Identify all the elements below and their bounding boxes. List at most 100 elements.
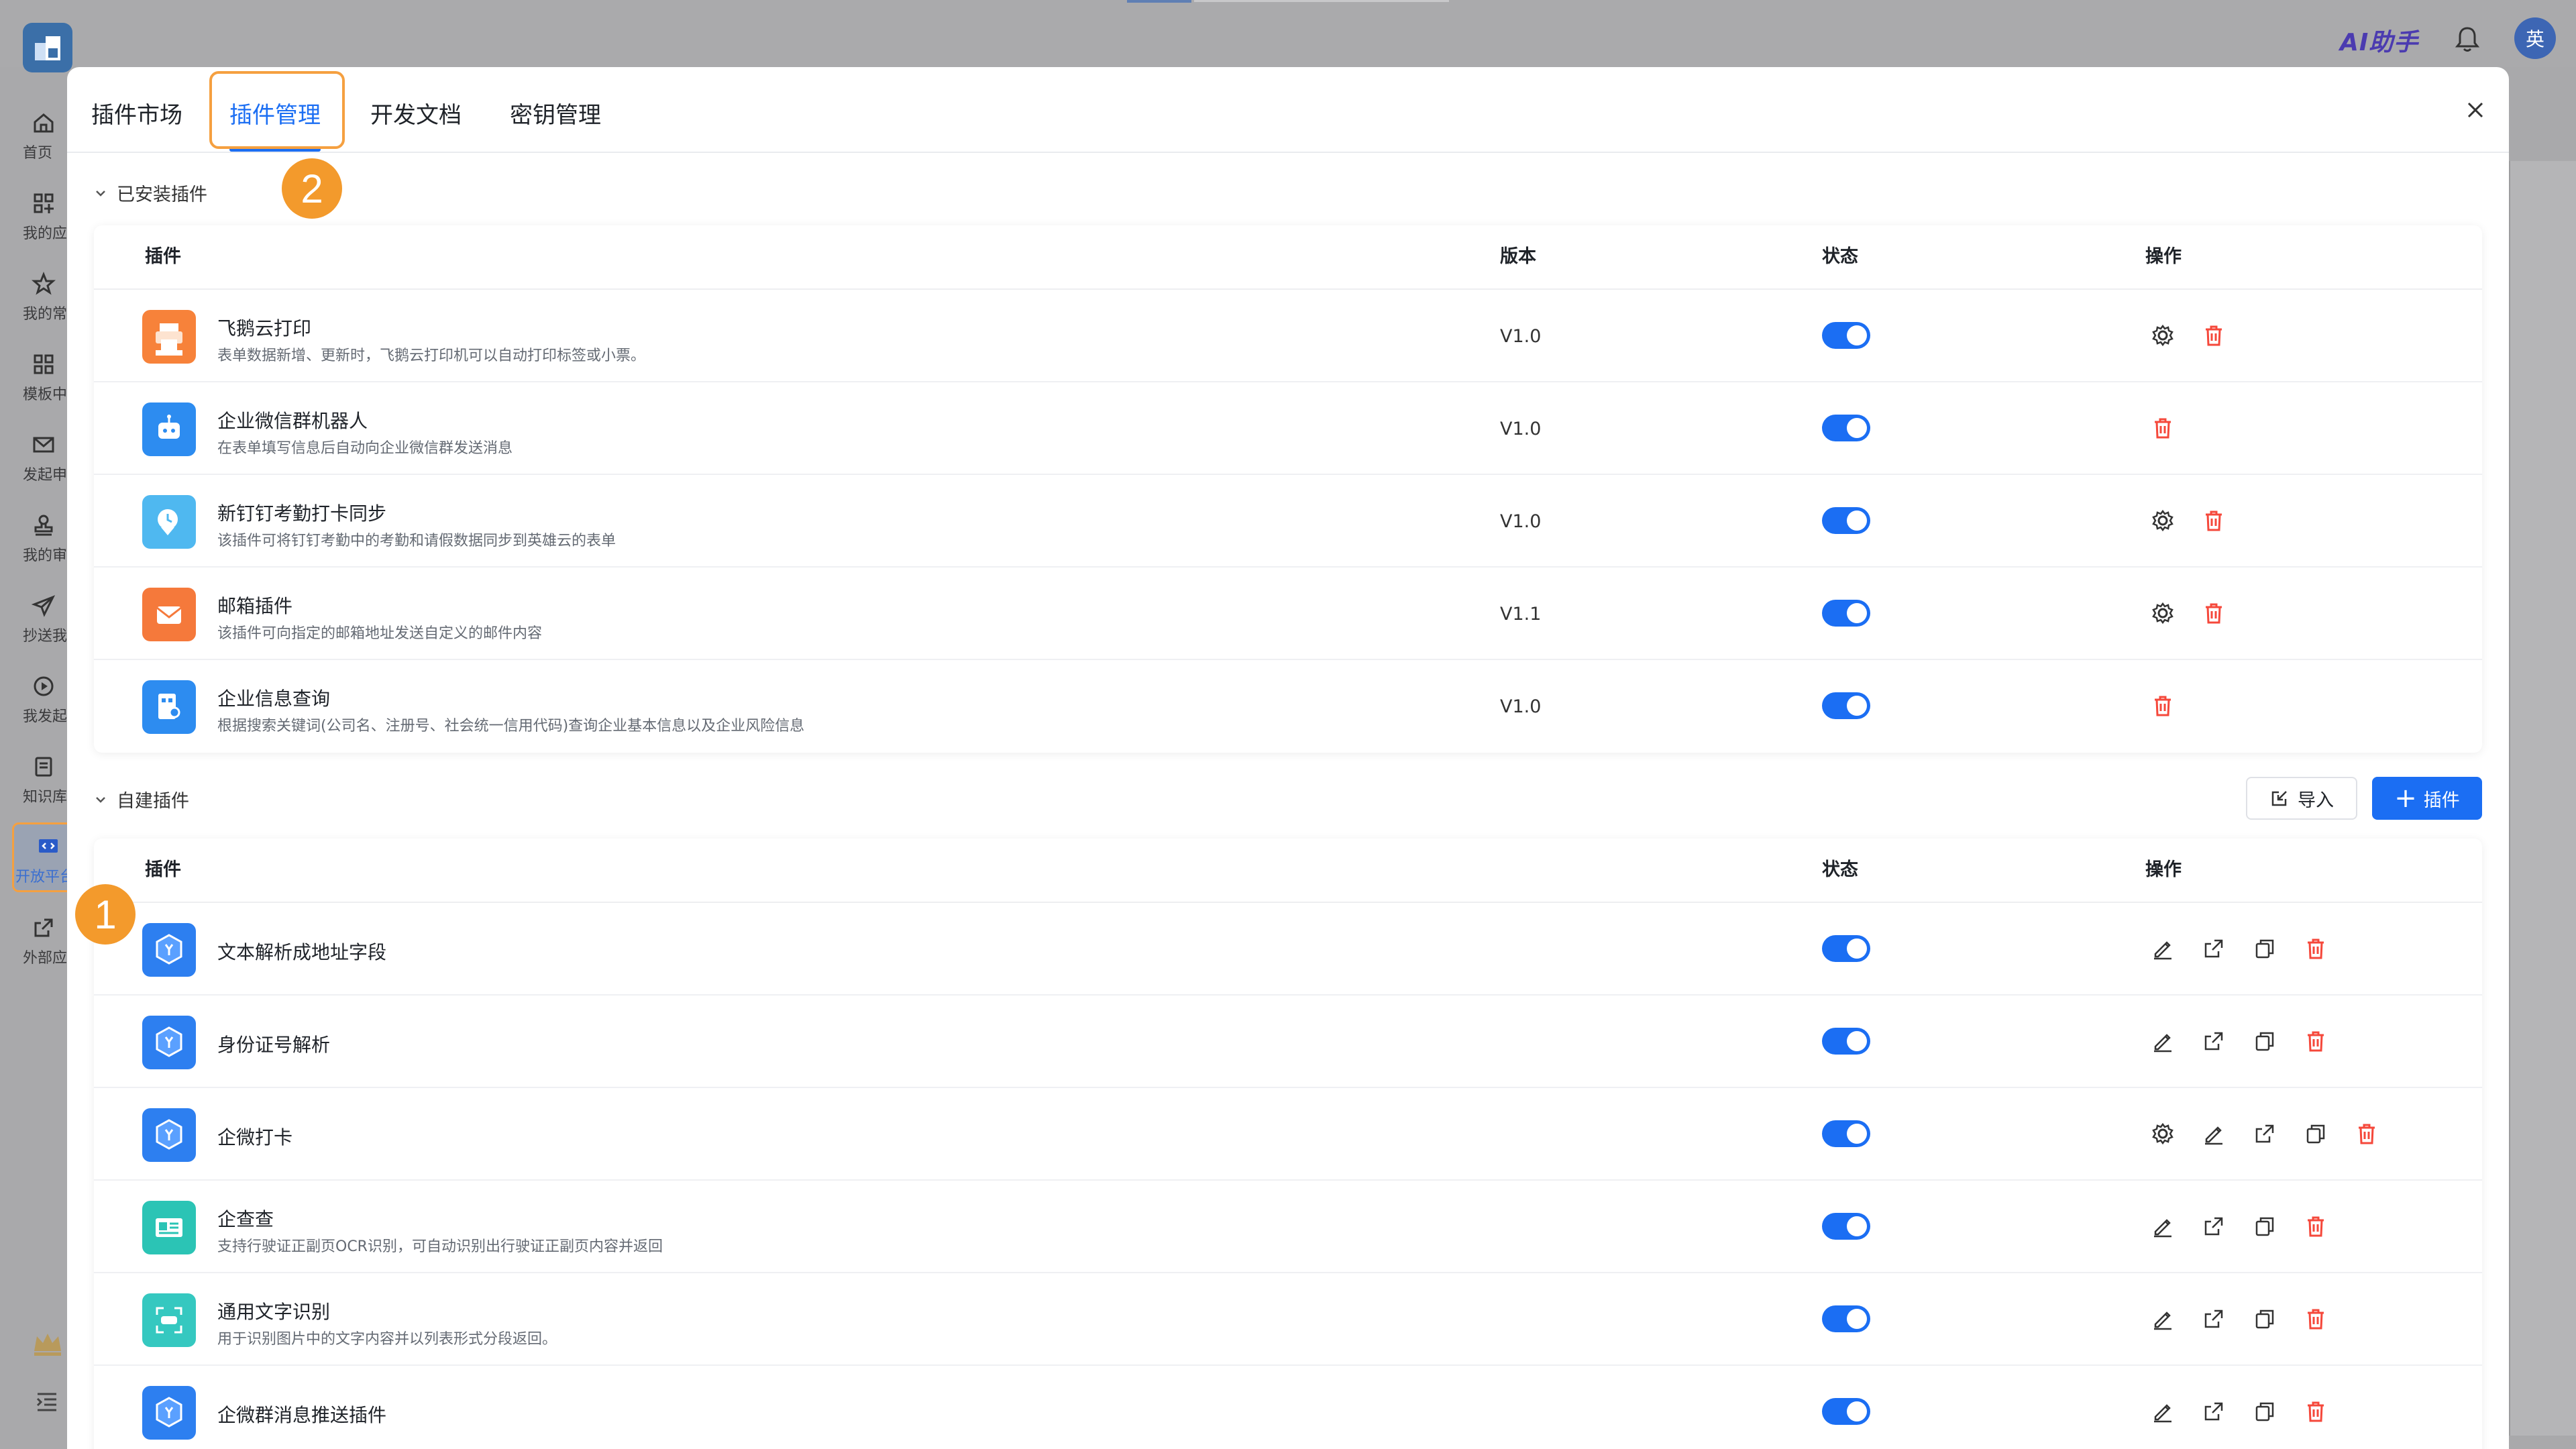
status-toggle[interactable]: [1822, 1213, 1870, 1240]
bell-icon[interactable]: [2453, 24, 2482, 54]
section-custom-title: 自建插件: [117, 791, 189, 812]
import-button[interactable]: 导入: [2246, 777, 2357, 820]
edit-button[interactable]: [2149, 935, 2176, 962]
status-toggle[interactable]: [1822, 507, 1870, 534]
trash-icon: [2308, 1401, 2324, 1422]
plugin-description: 根据搜索关键词(公司名、注册号、社会统一信用代码)查询企业基本信息以及企业风险信…: [217, 718, 805, 735]
status-toggle[interactable]: [1822, 1028, 1870, 1055]
crown-icon[interactable]: [31, 1328, 64, 1358]
plugin-hex-icon: [142, 1108, 196, 1162]
plugin-description: 用于识别图片中的文字内容并以列表形式分段返回。: [217, 1331, 557, 1348]
delete-button[interactable]: [2200, 322, 2227, 349]
status-toggle[interactable]: [1822, 692, 1870, 719]
top-tab-indicator: [1127, 0, 1191, 3]
settings-button[interactable]: [2149, 322, 2176, 349]
export-button[interactable]: [2200, 1305, 2227, 1332]
status-toggle[interactable]: [1822, 1305, 1870, 1332]
chevron-down-icon: [96, 190, 105, 197]
plugin-version: V1.0: [1500, 696, 1542, 717]
column-header-action: 操作: [2145, 859, 2182, 880]
copy-button[interactable]: [2251, 1213, 2278, 1240]
copy-button[interactable]: [2251, 1305, 2278, 1332]
edit-button[interactable]: [2200, 1120, 2227, 1147]
external-link-icon: [2204, 1309, 2223, 1328]
delete-button[interactable]: [2200, 600, 2227, 627]
edit-button[interactable]: [2149, 1213, 2176, 1240]
status-toggle[interactable]: [1822, 415, 1870, 441]
export-button[interactable]: [2200, 1398, 2227, 1425]
section-custom[interactable]: 自建插件: [94, 786, 189, 812]
delete-button[interactable]: [2302, 935, 2329, 962]
table-row: 飞鹅云打印 表单数据新增、更新时，飞鹅云打印机可以自动打印标签或小票。 V1.0: [94, 290, 2482, 382]
plugin-name: 企查查: [217, 1208, 274, 1230]
delete-button[interactable]: [2302, 1213, 2329, 1240]
status-toggle[interactable]: [1822, 322, 1870, 349]
table-row: 文本解析成地址字段: [94, 903, 2482, 996]
modal-header: 插件市场 插件管理 开发文档 密钥管理: [67, 67, 2509, 153]
tab-key-management[interactable]: 密钥管理: [510, 97, 601, 129]
copy-button[interactable]: [2251, 1028, 2278, 1055]
book-icon: [35, 757, 52, 777]
send-icon: [31, 595, 56, 617]
tab-plugin-market[interactable]: 插件市场: [91, 97, 182, 129]
app-logo[interactable]: [23, 23, 72, 72]
installed-plugins-table: 插件 版本 状态 操作 飞鹅云打印 表单数据新增、更新时，飞鹅云打印机可以自动打…: [94, 225, 2482, 753]
export-button[interactable]: [2251, 1120, 2278, 1147]
add-plugin-button[interactable]: + 插件: [2372, 777, 2482, 820]
gear-icon: [2152, 602, 2174, 625]
plugin-hex-icon: [142, 1386, 196, 1440]
status-toggle[interactable]: [1822, 935, 1870, 962]
delete-button[interactable]: [2302, 1028, 2329, 1055]
plus-icon: +: [2394, 783, 2417, 814]
plugin-name: 企业微信群机器人: [217, 410, 368, 432]
delete-button[interactable]: [2200, 507, 2227, 534]
gear-icon: [2152, 1122, 2174, 1145]
copy-icon: [2255, 1402, 2274, 1421]
external-link-icon: [2204, 1217, 2223, 1236]
ai-helper-button[interactable]: AI助手: [2340, 23, 2418, 58]
settings-button[interactable]: [2149, 1120, 2176, 1147]
close-icon[interactable]: [2461, 95, 2490, 125]
plugin-modal: 插件市场 插件管理 开发文档 密钥管理 2 已安装插件 插件 版本 状态 操作 …: [67, 67, 2509, 1449]
copy-icon: [2255, 1309, 2274, 1329]
gear-icon: [2152, 509, 2174, 532]
export-button[interactable]: [2200, 1213, 2227, 1240]
play-icon: [34, 676, 54, 696]
delete-button[interactable]: [2149, 415, 2176, 441]
table-row: 企微群消息推送插件: [94, 1366, 2482, 1449]
plugin-name: 新钉钉考勤打卡同步: [217, 502, 387, 525]
status-toggle[interactable]: [1822, 1120, 1870, 1147]
export-button[interactable]: [2200, 935, 2227, 962]
edit-button[interactable]: [2149, 1398, 2176, 1425]
edit-button[interactable]: [2149, 1028, 2176, 1055]
delete-button[interactable]: [2302, 1398, 2329, 1425]
user-avatar[interactable]: 英: [2514, 17, 2556, 59]
copy-icon: [2255, 939, 2274, 959]
section-installed[interactable]: 已安装插件: [94, 180, 207, 206]
settings-button[interactable]: [2149, 507, 2176, 534]
plugin-name: 文本解析成地址字段: [217, 941, 387, 963]
stamp-icon: [34, 515, 53, 536]
table-row: 企业微信群机器人 在表单填写信息后自动向企业微信群发送消息 V1.0: [94, 382, 2482, 475]
plugin-description: 在表单填写信息后自动向企业微信群发送消息: [217, 440, 513, 457]
apps-icon: [34, 193, 54, 213]
copy-button[interactable]: [2251, 935, 2278, 962]
plugin-description: 该插件可将钉钉考勤中的考勤和请假数据同步到英雄云的表单: [217, 533, 616, 549]
plugin-description: 该插件可向指定的邮箱地址发送自定义的邮件内容: [217, 625, 543, 642]
plugin-name: 企微打卡: [217, 1126, 293, 1148]
status-toggle[interactable]: [1822, 600, 1870, 627]
tab-dev-docs[interactable]: 开发文档: [370, 97, 462, 129]
status-toggle[interactable]: [1822, 1398, 1870, 1425]
external-icon: [34, 918, 53, 937]
copy-button[interactable]: [2251, 1398, 2278, 1425]
delete-button[interactable]: [2353, 1120, 2380, 1147]
delete-button[interactable]: [2302, 1305, 2329, 1332]
collapse-menu-icon[interactable]: [34, 1389, 60, 1415]
settings-button[interactable]: [2149, 600, 2176, 627]
delete-button[interactable]: [2149, 692, 2176, 719]
copy-button[interactable]: [2302, 1120, 2329, 1147]
export-button[interactable]: [2200, 1028, 2227, 1055]
edit-icon: [2154, 1311, 2171, 1330]
tab-highlight-box: [209, 71, 345, 149]
edit-button[interactable]: [2149, 1305, 2176, 1332]
